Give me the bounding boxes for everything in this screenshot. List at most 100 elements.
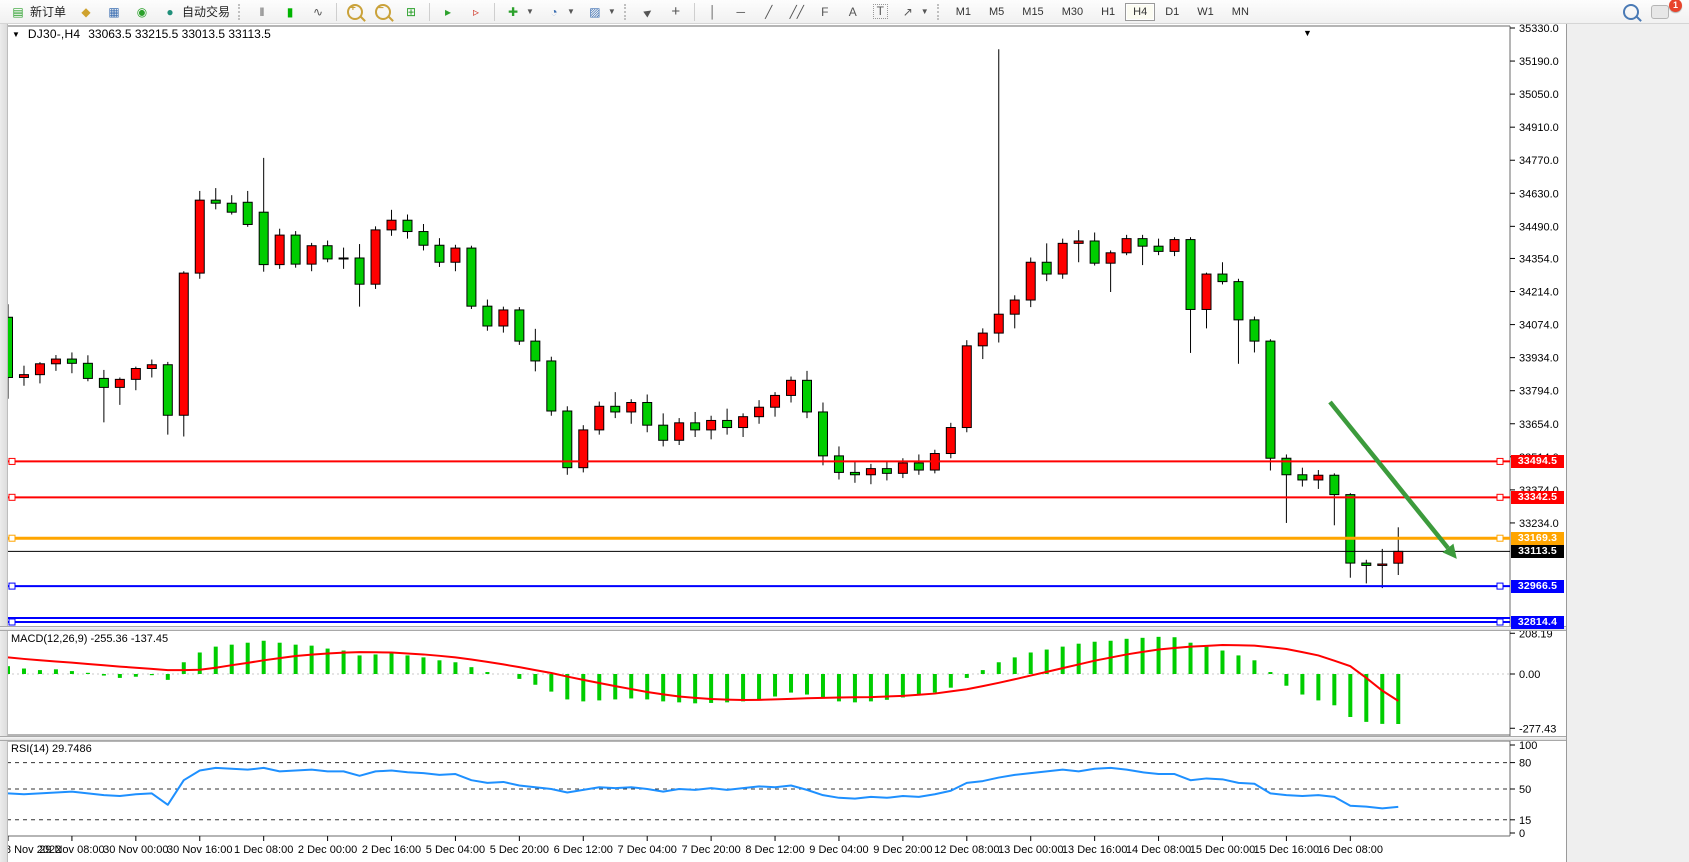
- hline-handle[interactable]: [9, 535, 15, 541]
- time-axis-label: 29 Nov 08:00: [39, 844, 104, 856]
- zoom-in-button[interactable]: +: [341, 1, 369, 23]
- candlestick: [35, 364, 44, 375]
- candlestick: [675, 423, 684, 440]
- hline-handle[interactable]: [1497, 583, 1503, 589]
- hline-handle[interactable]: [1497, 619, 1503, 625]
- hline-handle[interactable]: [1497, 535, 1503, 541]
- candlestick: [259, 212, 268, 264]
- time-axis-label: 8 Dec 12:00: [745, 844, 804, 856]
- auto-scroll-button[interactable]: ▸: [434, 1, 462, 23]
- search-button[interactable]: [1617, 1, 1645, 23]
- toolbar-grip: [624, 4, 630, 20]
- hline-price-label: 33494.5: [1511, 455, 1564, 468]
- tile-windows-button[interactable]: ⊞: [397, 1, 425, 23]
- timeframe-button-H4[interactable]: H4: [1125, 3, 1155, 21]
- chart-menu-dropdown-icon[interactable]: ▼: [1303, 28, 1312, 38]
- candlestick: [19, 375, 28, 378]
- vertical-line-button[interactable]: │: [699, 1, 727, 23]
- candlestick: [1154, 246, 1163, 251]
- rsi-axis-label: 100: [1519, 740, 1537, 752]
- price-axis-label: 35330.0: [1519, 24, 1559, 35]
- cursor-button[interactable]: ►: [634, 1, 662, 23]
- bar-chart-button[interactable]: ‖: [248, 1, 276, 23]
- tile-windows-icon: ⊞: [403, 4, 419, 20]
- text-button[interactable]: A: [839, 1, 867, 23]
- crosshair-button[interactable]: +: [662, 1, 690, 23]
- notifications-button[interactable]: 1: [1645, 2, 1675, 22]
- templates-button[interactable]: ▨▼: [581, 1, 622, 23]
- timeframe-button-M30[interactable]: M30: [1054, 3, 1091, 21]
- text-label-button[interactable]: T: [867, 1, 894, 22]
- candlestick: [1186, 240, 1195, 310]
- candlestick: [419, 232, 428, 246]
- candlestick: [595, 406, 604, 430]
- candlestick: [67, 359, 76, 363]
- candlestick: [1010, 300, 1019, 314]
- hline-handle[interactable]: [1497, 458, 1503, 464]
- toolbar-grip: [937, 4, 943, 20]
- auto-trading-label: 自动交易: [182, 3, 230, 20]
- timeframe-button-M15[interactable]: M15: [1014, 3, 1051, 21]
- market-watch-button[interactable]: ▦: [100, 1, 128, 23]
- new-order-button[interactable]: ▤ 新订单: [4, 0, 72, 23]
- hline-handle[interactable]: [9, 619, 15, 625]
- time-axis-label: 13 Dec 00:00: [998, 844, 1063, 856]
- hline-handle[interactable]: [9, 494, 15, 500]
- symbol-dropdown-icon[interactable]: ▼: [12, 30, 20, 39]
- time-axis-label: 5 Dec 04:00: [426, 844, 485, 856]
- candlestick: [1266, 341, 1275, 458]
- candlestick: [1378, 564, 1387, 565]
- horizontal-lines-layer: [7, 458, 1510, 625]
- horizontal-line-button[interactable]: ─: [727, 1, 755, 23]
- zoom-out-button[interactable]: −: [369, 1, 397, 23]
- line-chart-icon: ∿: [310, 4, 326, 20]
- timeframe-button-MN[interactable]: MN: [1224, 3, 1257, 21]
- timeframe-button-D1[interactable]: D1: [1157, 3, 1187, 21]
- price-axis-label: 34074.0: [1519, 320, 1559, 332]
- hline-price-label: 32966.5: [1511, 580, 1564, 593]
- hline-handle[interactable]: [1497, 494, 1503, 500]
- arrows-button[interactable]: ↗▼: [894, 1, 935, 23]
- candlestick: [291, 235, 300, 264]
- timeframe-button-M5[interactable]: M5: [981, 3, 1012, 21]
- candlestick: [163, 365, 172, 416]
- hline-handle[interactable]: [9, 458, 15, 464]
- candlestick: [1298, 475, 1307, 480]
- navigator-button[interactable]: ◉: [128, 1, 156, 23]
- candlestick: [1234, 282, 1243, 320]
- candlestick: [483, 306, 492, 326]
- fibonacci-button[interactable]: F: [811, 1, 839, 23]
- candlestick: [1090, 241, 1099, 263]
- line-chart-button[interactable]: ∿: [304, 1, 332, 23]
- candlestick: [83, 363, 92, 378]
- equidistant-channel-button[interactable]: ╱╱: [783, 1, 811, 23]
- candlestick-chart-button[interactable]: ▮: [276, 1, 304, 23]
- auto-trading-button[interactable]: ● 自动交易: [156, 0, 236, 23]
- chat-icon: [1651, 5, 1669, 19]
- panel-splitter-rsi[interactable]: [0, 736, 1566, 741]
- price-axis-label: 34354.0: [1519, 253, 1559, 265]
- timeframe-button-H1[interactable]: H1: [1093, 3, 1123, 21]
- panel-splitter-macd[interactable]: [0, 626, 1566, 631]
- rsi-axis-label: 80: [1519, 758, 1531, 770]
- time-axis-label: 5 Dec 20:00: [490, 844, 549, 856]
- hline-handle[interactable]: [9, 583, 15, 589]
- candlestick: [275, 235, 284, 265]
- candlestick: [1170, 240, 1179, 252]
- crosshair-icon: +: [668, 4, 684, 20]
- chart-shift-button[interactable]: ▹: [462, 1, 490, 23]
- candlestick: [627, 403, 636, 412]
- periods-button[interactable]: ◔▼: [540, 1, 581, 23]
- timeframe-button-W1[interactable]: W1: [1189, 3, 1222, 21]
- time-axis-label: 6 Dec 12:00: [554, 844, 613, 856]
- chart-profile-button[interactable]: ◆: [72, 1, 100, 23]
- rsi-panel: 1008050150: [7, 740, 1537, 840]
- toolbar-grip: [238, 4, 244, 20]
- timeframe-button-M1[interactable]: M1: [948, 3, 979, 21]
- candlestick: [227, 203, 236, 212]
- time-axis: 28 Nov 202229 Nov 08:0030 Nov 00:0030 No…: [0, 836, 1383, 856]
- trendline-button[interactable]: ╱: [755, 1, 783, 23]
- indicators-button[interactable]: ✚▼: [499, 1, 540, 23]
- chevron-down-icon: ▼: [608, 7, 616, 16]
- chart-title: ▼ DJ30-,H4 33063.5 33215.5 33013.5 33113…: [12, 27, 271, 41]
